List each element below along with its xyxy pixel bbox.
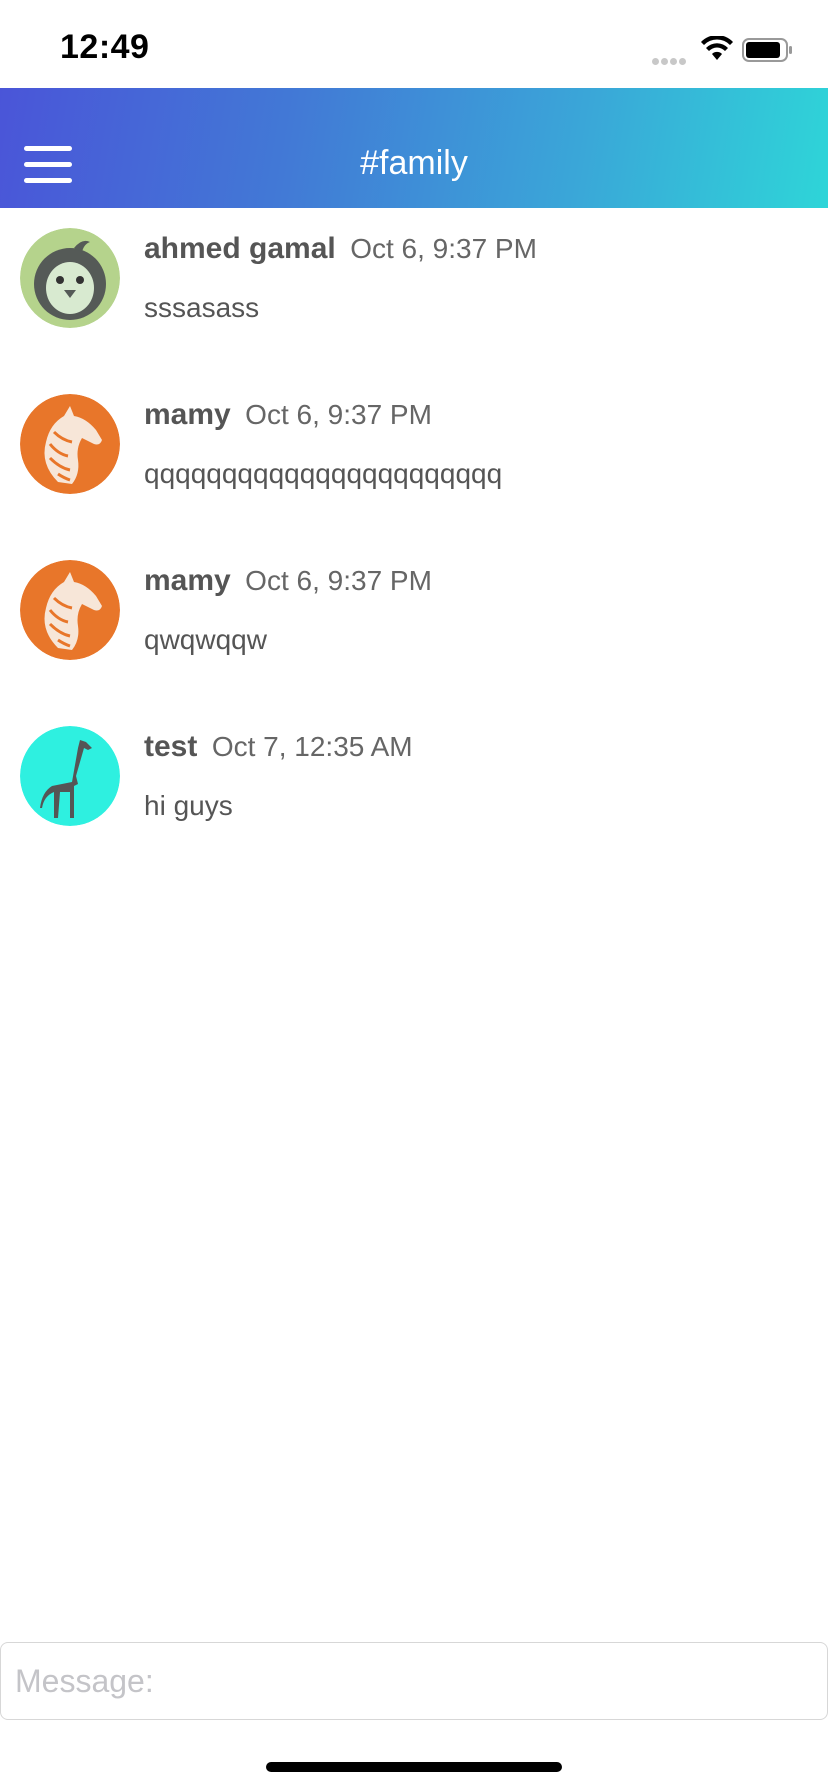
message-header: ahmed gamal Oct 6, 9:37 PM xyxy=(144,232,537,266)
message-timestamp: Oct 6, 9:37 PM xyxy=(245,399,432,430)
message-header: test Oct 7, 12:35 AM xyxy=(144,730,413,764)
message-timestamp: Oct 7, 12:35 AM xyxy=(211,731,413,762)
battery-icon xyxy=(742,38,792,62)
message-composer xyxy=(0,1642,828,1720)
message-author[interactable]: mamy xyxy=(144,398,231,431)
cellular-signal-icon xyxy=(652,52,692,65)
message-text: sssasass xyxy=(144,292,260,323)
penguin-icon[interactable] xyxy=(20,228,120,328)
giraffe-icon[interactable] xyxy=(20,726,120,826)
message-list[interactable]: ahmed gamal Oct 6, 9:37 PM sssasass mamy… xyxy=(0,208,828,872)
wifi-icon xyxy=(701,36,733,60)
channel-title: #family xyxy=(360,144,468,182)
message-header: mamy Oct 6, 9:37 PM xyxy=(144,564,432,598)
channel-header: #family xyxy=(0,88,828,208)
message-header: mamy Oct 6, 9:37 PM xyxy=(144,398,432,432)
message-text: qwqwqqw xyxy=(144,624,267,655)
message-timestamp: Oct 6, 9:37 PM xyxy=(350,233,537,264)
message-author[interactable]: mamy xyxy=(144,564,231,597)
message-author[interactable]: ahmed gamal xyxy=(144,232,336,265)
message-timestamp: Oct 6, 9:37 PM xyxy=(245,565,432,596)
message-author[interactable]: test xyxy=(144,730,197,763)
message-item[interactable]: mamy Oct 6, 9:37 PM qwqwqqw xyxy=(0,540,828,706)
horse-icon[interactable] xyxy=(20,394,120,494)
message-text: qqqqqqqqqqqqqqqqqqqqqqq xyxy=(144,458,503,489)
horse-icon[interactable] xyxy=(20,560,120,660)
status-time: 12:49 xyxy=(60,28,150,66)
status-bar: 12:49 xyxy=(0,0,828,88)
message-item[interactable]: mamy Oct 6, 9:37 PM qqqqqqqqqqqqqqqqqqqq… xyxy=(0,374,828,540)
message-item[interactable]: test Oct 7, 12:35 AM hi guys xyxy=(0,706,828,872)
message-text: hi guys xyxy=(144,790,233,821)
message-item[interactable]: ahmed gamal Oct 6, 9:37 PM sssasass xyxy=(0,208,828,374)
chat-screen: 12:49 #family ahmed gamal Oct 6, 9:37 PM… xyxy=(0,0,828,1792)
home-indicator[interactable] xyxy=(266,1762,562,1772)
message-input[interactable] xyxy=(1,1643,819,1719)
